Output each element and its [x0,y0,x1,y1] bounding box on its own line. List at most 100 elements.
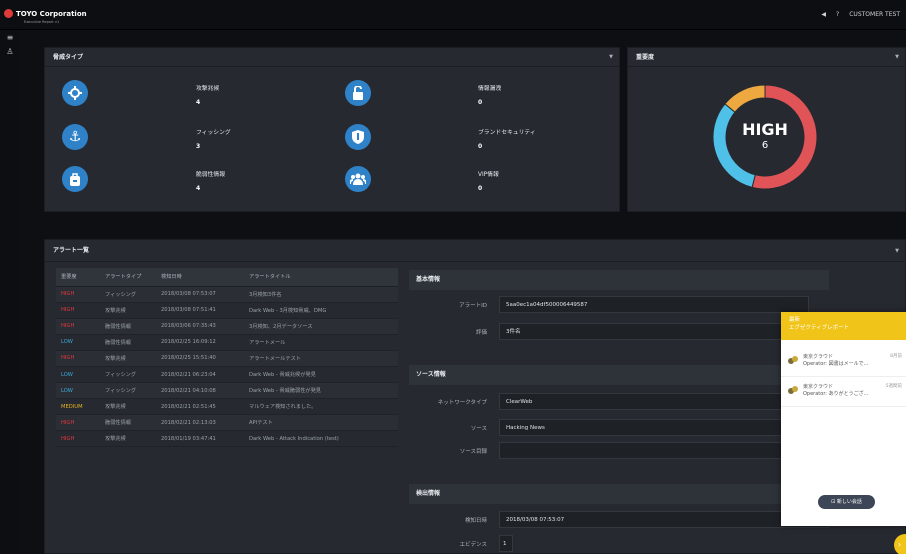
threat-item-leak[interactable]: 情報漏洩 0 [345,80,595,114]
table-row[interactable]: HIGH 脆弱性情報 2018/03/06 07:35:43 3月検知、2月データソー… [56,318,398,335]
threat-count: 0 [478,99,483,106]
table-cell-severity: HIGH [56,414,100,432]
table-cell-title: アラートメールテスト [244,350,398,367]
network-type-label: ネットワークタイプ [437,400,487,406]
company-tagline: Executive Report v1 [24,20,60,24]
chat-sender: 東京クラウド [803,354,834,360]
table-cell-title: APIテスト [244,414,398,432]
threat-item-attack[interactable]: 攻撃兆候 4 [62,80,312,114]
source-items-field[interactable] [499,442,829,459]
table-cell-type: フィッシング [100,286,156,303]
threat-count: 3 [196,143,201,150]
table-cell-severity: MEDIUM [56,398,100,416]
shield-icon [345,124,371,150]
table-cell-date: 2018/02/25 15:51:40 [156,350,244,367]
table-cell-date: 2018/03/06 07:35:43 [156,318,244,335]
collapse-icon[interactable]: ▼ [609,48,613,67]
table-cell-type: 脆弱性情報 [100,334,156,351]
basic-info-header: 基本情報 [409,270,829,290]
table-cell-date: 2018/03/08 07:51:41 [156,302,244,319]
table-cell-date: 2018/01/19 03:47:41 [156,430,244,448]
collapse-icon[interactable]: ▼ [895,240,899,262]
anchor-icon: ⚓ [62,124,88,150]
threat-count: 0 [478,185,483,192]
table-row[interactable]: LOW 脆弱性情報 2018/02/25 16:09:12 アラートメール [56,334,398,351]
crosshair-icon [62,80,88,106]
threat-count: 4 [196,99,201,106]
table-row[interactable]: HIGH 攻撃兆候 2018/02/25 15:51:40 アラートメールテスト [56,350,398,367]
table-cell-type: フィッシング [100,382,156,400]
new-conversation-button[interactable]: ⊡ 新しい会話 [818,495,875,509]
table-row[interactable]: HIGH 攻撃兆候 2018/03/08 07:51:41 Dark Web - 3月… [56,302,398,319]
table-cell-type: 攻撃兆候 [100,350,156,367]
threat-panel-title: 脅威タイプ [53,54,84,61]
table-cell-title: 3月検知、2月データソース [244,318,398,335]
column-header[interactable]: 重要度 [56,268,100,287]
table-row[interactable]: MEDIUM 攻撃兆候 2018/02/21 02:51:45 マルウェア検知されまし… [56,398,398,416]
source-field[interactable]: Hacking News [499,419,829,436]
alert-icon[interactable]: ♙ [0,46,20,58]
severity-panel-title: 重要度 [636,54,655,61]
column-header[interactable]: アラートタイトル [244,268,398,287]
table-cell-date: 2018/02/25 16:09:12 [156,334,244,351]
table-cell-date: 2018/02/21 04:10:08 [156,382,244,400]
table-cell-date: 2018/02/21 02:51:45 [156,398,244,416]
detect-date-field[interactable]: 2018/03/08 07:53:07 [499,511,829,528]
table-row[interactable]: HIGH 攻撃兆候 2018/01/19 03:47:41 Dark Web - At… [56,430,398,448]
threat-label: VIP情報 [478,172,499,178]
avatar-icon [788,356,798,364]
help-icon[interactable]: ? [836,11,839,18]
threat-count: 4 [196,185,201,192]
summary-label: 評価 [475,330,487,336]
alert-id-field[interactable]: 5aa0ec1a04df500006449587 [499,296,809,313]
chat-launcher-button[interactable]: › [894,534,906,554]
notification-icon[interactable]: ◀ [821,11,826,18]
table-cell-severity: LOW [56,334,100,351]
table-row[interactable]: LOW フィッシング 2018/02/21 06:23:04 Dark Web - 脅… [56,366,398,384]
top-bar: TOYO Corporation Executive Report v1 ◀ ?… [0,0,906,30]
chat-header[interactable]: 最新 エグゼクティブレポート [781,312,906,340]
table-cell-severity: LOW [56,366,100,384]
table-cell-type: フィッシング [100,366,156,384]
evidence-field[interactable]: 1 [499,535,513,552]
sidebar: ≡ ♙ [0,30,20,554]
table-cell-type: 脆弱性情報 [100,318,156,335]
threat-label: ブランドセキュリティ [478,130,536,136]
table-cell-title: マルウェア検知されました。 [244,398,398,416]
threat-label: フィッシング [196,130,231,136]
table-row[interactable]: HIGH フィッシング 2018/03/08 07:53:07 3月検知3件名 [56,286,398,303]
chat-message[interactable]: 東京クラウド Operator: ありがとうござ... 5週間前 [781,377,906,407]
detect-date-label: 検知日時 [464,518,487,524]
threat-item-vuln[interactable]: 脆弱性情報 4 [62,166,312,200]
collapse-icon[interactable]: ▼ [895,48,899,67]
company-name: TOYO Corporation [16,9,87,18]
threat-label: 脆弱性情報 [196,172,225,178]
severity-donut-chart[interactable]: HIGH 6 [706,78,824,196]
user-menu[interactable]: CUSTOMER TEST [849,11,900,18]
avatar-icon [788,386,798,394]
app-root: TOYO Corporation Executive Report v1 ◀ ?… [0,0,906,554]
menu-icon[interactable]: ≡ [0,32,20,44]
chat-time: 8月前 [890,354,902,359]
threat-item-vip[interactable]: VIP情報 0 [345,166,595,200]
donut-segment-medium[interactable] [724,84,766,113]
table-row[interactable]: HIGH 脆弱性情報 2018/02/21 02:13:03 APIテスト [56,414,398,432]
threat-item-phishing[interactable]: ⚓ フィッシング 3 [62,124,312,158]
table-cell-title: 3月検知3件名 [244,286,398,303]
alert-table-header: 重要度 アラートタイプ 検知日時 アラートタイトル [56,268,398,287]
severity-count: 6 [761,140,769,151]
table-row[interactable]: LOW フィッシング 2018/02/21 04:10:08 Dark Web - 脅… [56,382,398,400]
chat-time: 5週間前 [885,384,902,389]
summary-field[interactable]: 3件名 [499,323,809,340]
chat-popup: 最新 エグゼクティブレポート 東京クラウド Operator: 図書はメールで.… [781,312,906,526]
alert-list-title: アラート一覧 [53,247,90,254]
threat-label: 情報漏洩 [478,86,502,92]
evidence-label: エビデンス [459,542,487,548]
column-header[interactable]: アラートタイプ [100,268,156,287]
table-cell-date: 2018/03/08 07:53:07 [156,286,244,303]
company-logo[interactable]: TOYO Corporation Executive Report v1 [4,9,87,24]
chat-message[interactable]: 東京クラウド Operator: 図書はメールで... 8月前 [781,347,906,377]
threat-item-brand[interactable]: ブランドセキュリティ 0 [345,124,595,158]
column-header[interactable]: 検知日時 [156,268,244,287]
network-type-field[interactable]: ClearWeb [499,393,829,410]
